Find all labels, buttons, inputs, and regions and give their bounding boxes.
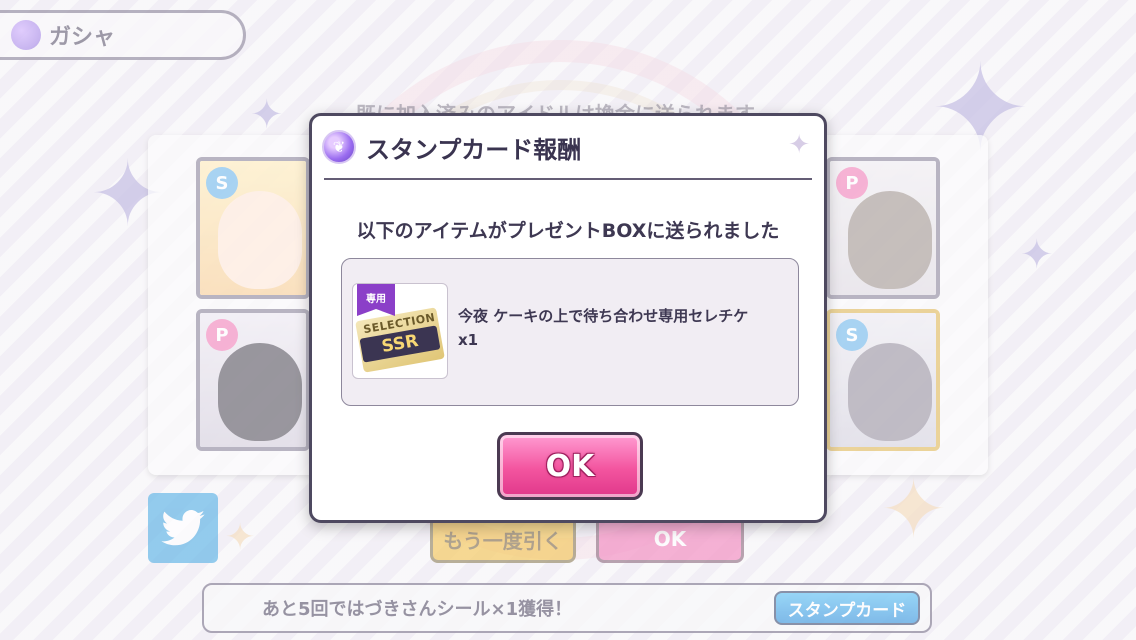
reward-item-box: SELECTION SSR 専用 今夜 ケーキの上で待ち合わせ専用セレチケ x1 [341, 258, 799, 406]
reward-item-quantity: x1 [458, 331, 479, 349]
ok-button[interactable]: OK [497, 432, 643, 500]
reward-item-name: 今夜 ケーキの上で待ち合わせ専用セレチケ [458, 307, 749, 325]
dialog-divider [324, 178, 812, 180]
ok-button-label: OK [545, 448, 595, 484]
gacha-logo-icon: ❦ [322, 130, 356, 164]
dialog-header: ❦ スタンプカード報酬 [312, 116, 824, 178]
stamp-reward-dialog: ❦ スタンプカード報酬 ✦ 以下のアイテムがプレゼントBOXに送られました SE… [309, 113, 827, 523]
ticket-ribbon: 専用 [357, 284, 395, 316]
dialog-title: スタンプカード報酬 [366, 135, 582, 164]
selection-ticket-icon: SELECTION SSR 専用 [352, 283, 448, 379]
sparkle-icon: ✦ [788, 130, 810, 160]
dialog-message: 以下のアイテムがプレゼントBOXに送られました [356, 220, 780, 242]
